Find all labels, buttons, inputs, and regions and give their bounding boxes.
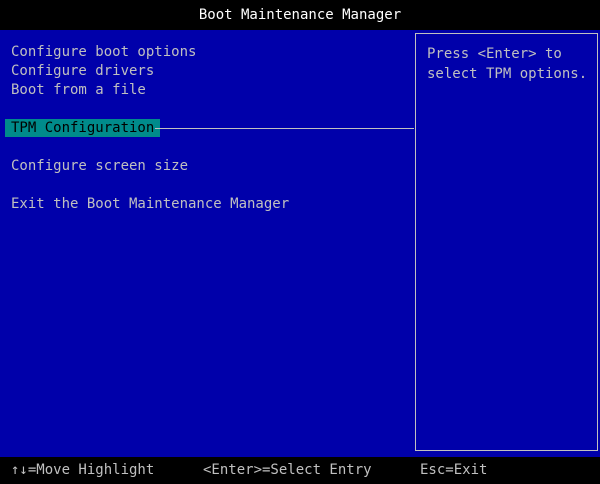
bios-screen: Boot Maintenance Manager Configure boot …	[0, 0, 600, 484]
key-help-bar: ↑↓=Move Highlight <Enter>=Select Entry E…	[0, 457, 600, 484]
menu-item-boot-from-file[interactable]: Boot from a file	[11, 81, 146, 99]
selection-connector-line	[155, 128, 414, 129]
menu-item-tpm-configuration[interactable]: TPM Configuration	[5, 119, 161, 137]
menu-item-configure-drivers[interactable]: Configure drivers	[11, 62, 154, 80]
help-panel: Press <Enter> to select TPM options.	[415, 33, 598, 451]
menu-item-exit[interactable]: Exit the Boot Maintenance Manager	[11, 195, 289, 213]
page-title: Boot Maintenance Manager	[0, 0, 600, 30]
help-text: Press <Enter> to select TPM options.	[427, 46, 588, 82]
menu-item-configure-boot-options[interactable]: Configure boot options	[11, 43, 196, 61]
menu-item-configure-screen-size[interactable]: Configure screen size	[11, 157, 188, 175]
footer-move-highlight: ↑↓=Move Highlight	[11, 462, 155, 478]
menu-panel: Configure boot options Configure drivers…	[0, 33, 414, 451]
footer-exit: Esc=Exit	[420, 462, 488, 478]
footer-select-entry: <Enter>=Select Entry	[203, 462, 372, 478]
